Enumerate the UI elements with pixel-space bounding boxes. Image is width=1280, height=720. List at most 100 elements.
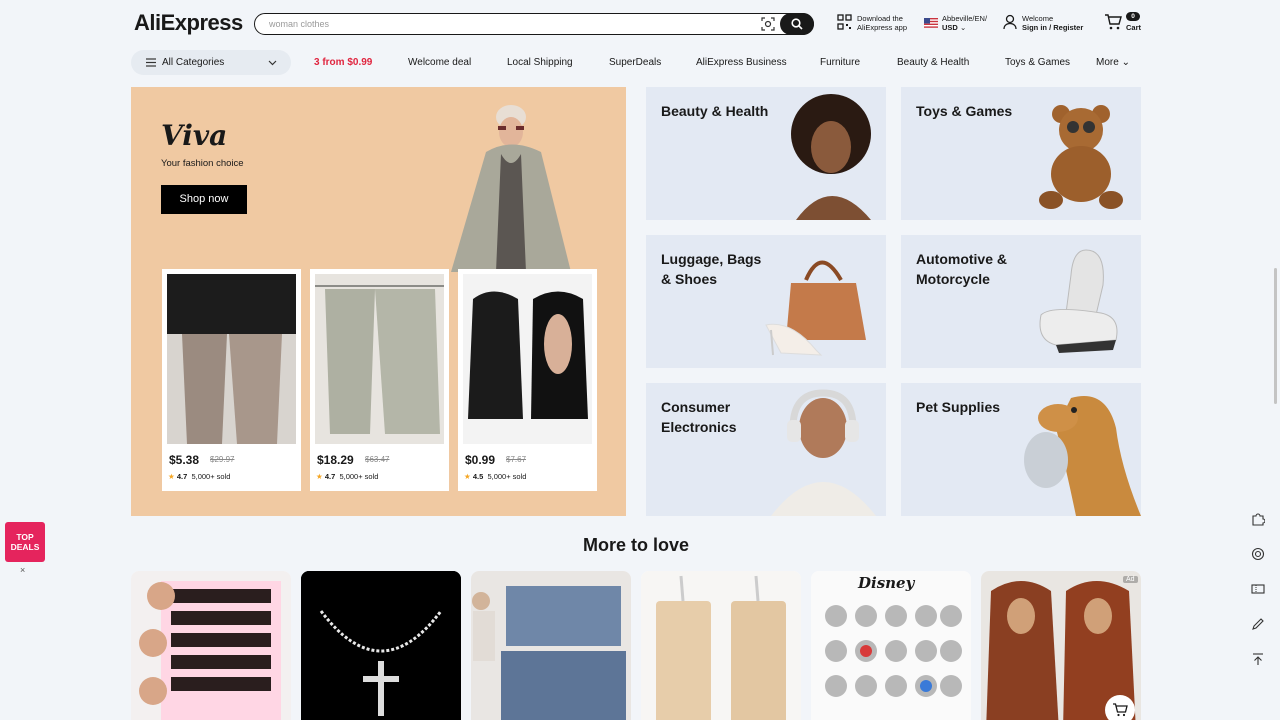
scrollbar-thumb[interactable] [1274,268,1277,404]
add-to-cart-button[interactable] [1105,695,1135,720]
search-input[interactable] [269,16,739,32]
right-floating-toolbar [1243,498,1273,686]
product-card[interactable] [471,571,631,720]
nav-link-more[interactable]: More ⌄ [1096,57,1130,68]
nav-link-beauty-health[interactable]: Beauty & Health [897,57,969,68]
coupon-icon[interactable] [1251,582,1265,596]
menu-icon [146,58,156,67]
all-categories-label: All Categories [162,57,225,68]
teddy-bear-image [1039,105,1123,209]
glass-tumblers-image [641,571,801,720]
top-deals-line2: DEALS [10,542,40,552]
car-seat-image [1039,249,1118,353]
category-tile-luggage-bags-shoes[interactable]: Luggage, Bags & Shoes [646,235,886,368]
search-bar [254,12,814,35]
spiral-icon[interactable] [1251,547,1265,561]
sign-in-register-link[interactable]: Sign in / Register [1022,23,1083,32]
shop-now-button[interactable]: Shop now [161,185,247,214]
product-price: $5.38 [169,453,200,467]
rating-value: 4.5 [472,472,484,481]
product-price: $18.29 [317,453,354,467]
hero-title: Viva [161,119,228,152]
disney-brand-label: Disney [858,574,915,592]
nav-link-3-from-099[interactable]: 3 from $0.99 [314,57,372,68]
ad-badge: Ad [1123,576,1138,583]
fashion-model-image [451,105,571,272]
currency-label: USD [942,23,958,32]
nav-link-local-shipping[interactable]: Local Shipping [507,57,573,68]
category-label: Luggage, Bags & Shoes [661,251,762,287]
nav-link-aliexpress-business[interactable]: AliExpress Business [696,57,787,68]
eyelash-product-image [131,571,291,720]
star-icon: ★ [168,472,175,481]
nav-link-welcome-deal[interactable]: Welcome deal [408,57,471,68]
product-image-suit-set [315,274,444,444]
chevron-down-icon [268,60,277,66]
close-icon[interactable]: × [20,565,25,575]
locale-line1: Abbeville/EN/ [942,14,988,23]
product-card[interactable]: Disney [811,571,971,720]
aliexpress-logo[interactable]: AliExpress [134,10,243,36]
hero-product-card[interactable]: $5.38 $29.97 ★ 4.7 5,000+ sold [162,269,301,491]
download-app-link[interactable]: Download the AliExpress app [857,14,907,32]
product-rating: ★ 4.5 5,000+ sold [464,472,526,481]
hero-subtitle: Your fashion choice [161,158,244,169]
category-label: Beauty & Health [661,103,769,119]
sold-count: 5,000+ sold [191,472,231,481]
puzzle-icon[interactable] [1251,512,1265,526]
cross-necklace-image [301,571,461,720]
product-price: $0.99 [465,453,496,467]
search-icon [791,17,803,30]
cart-plus-icon [1113,703,1128,717]
camera-search-icon[interactable] [761,17,775,31]
handbag-shoe-image [765,260,866,356]
nav-link-superdeals[interactable]: SuperDeals [609,57,661,68]
cart-icon[interactable] [1104,14,1122,30]
logo-text-express: Express [160,10,244,35]
all-categories-dropdown[interactable]: All Categories [131,50,291,75]
product-original-price: $7.67 [506,455,527,464]
product-original-price: $29.97 [210,455,235,464]
category-tile-automotive-motorcycle[interactable]: Automotive & Motorcycle [901,235,1141,368]
product-rating: ★ 4.7 5,000+ sold [168,472,230,481]
product-card[interactable] [131,571,291,720]
nav-link-furniture[interactable]: Furniture [820,57,860,68]
product-card[interactable]: Ad [981,571,1141,720]
locale-selector[interactable]: Abbeville/EN/ USD ⌄ [942,14,987,32]
account-menu[interactable]: Welcome Sign in / Register [1022,14,1083,32]
back-to-top-icon[interactable] [1251,652,1265,666]
hero-banner[interactable]: Viva Your fashion choice Shop now $5.38 … [131,87,626,516]
category-tile-consumer-electronics[interactable]: Consumer Electronics [646,383,886,516]
logo-text-ali: Ali [134,10,161,35]
search-button[interactable] [780,12,814,35]
cart-count-badge: 0 [1126,12,1140,21]
download-app-line1: Download the [857,14,903,23]
product-original-price: $63.47 [365,455,390,464]
qr-code-icon[interactable] [837,14,852,30]
chevron-down-icon: ⌄ [1121,57,1130,68]
user-icon[interactable] [1003,14,1017,30]
nav-link-toys-games[interactable]: Toys & Games [1005,57,1070,68]
welcome-text: Welcome [1022,14,1054,23]
category-tile-toys-games[interactable]: Toys & Games [901,87,1141,220]
product-card[interactable] [641,571,801,720]
category-tile-beauty-health[interactable]: Beauty & Health [646,87,886,220]
edit-icon[interactable] [1251,617,1265,631]
category-tile-pet-supplies[interactable]: Pet Supplies [901,383,1141,516]
top-deals-widget[interactable]: TOP DEALS [5,522,45,562]
star-icon: ★ [464,472,471,481]
dog-with-toy-image [1024,396,1141,516]
product-card[interactable] [301,571,461,720]
hero-product-card[interactable]: $18.29 $63.47 ★ 4.7 5,000+ sold [310,269,449,491]
product-image-trousers [167,274,296,444]
star-icon: ★ [316,472,323,481]
more-label: More [1096,57,1119,68]
product-rating: ★ 4.7 5,000+ sold [316,472,378,481]
hero-product-card[interactable]: $0.99 $7.67 ★ 4.5 5,000+ sold [458,269,597,491]
cart-label[interactable]: Cart [1126,23,1141,32]
download-app-line2: AliExpress app [857,23,908,32]
category-label: Consumer Electronics [661,399,737,435]
woman-portrait-image [791,94,871,220]
chevron-down-icon: ⌄ [959,23,967,32]
us-flag-icon [924,18,938,28]
